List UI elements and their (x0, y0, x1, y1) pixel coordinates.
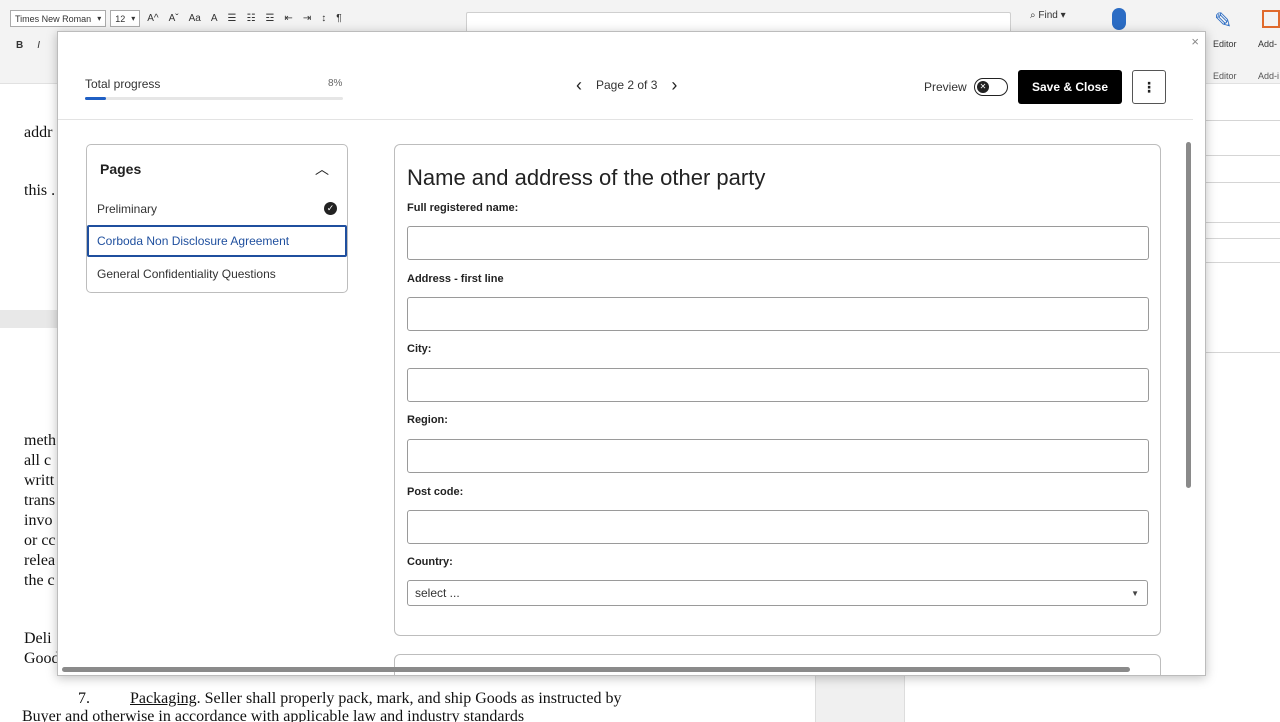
region-label: Region: (407, 414, 448, 426)
dictate-mic-icon[interactable] (1112, 8, 1126, 30)
caret-down-icon: ▼ (1131, 589, 1139, 598)
clause-number: 7. (78, 690, 90, 707)
change-case-button[interactable]: Aa (186, 13, 204, 24)
toggle-off-icon: ✕ (977, 80, 989, 93)
city-input[interactable] (407, 368, 1149, 402)
clear-format-button[interactable]: A (208, 13, 221, 24)
doc-text-fragment: Good (24, 650, 60, 667)
font-name-select[interactable]: Times New Roman ▾ (10, 10, 107, 27)
country-label: Country: (407, 556, 453, 568)
progress-bar (85, 97, 343, 100)
clause-text: . Seller shall properly pack, mark, and … (196, 690, 622, 707)
city-label: City: (407, 343, 432, 355)
addins-label[interactable]: Add- (1258, 39, 1277, 49)
more-options-icon[interactable]: ⋮ (1132, 70, 1166, 104)
numbering-icon[interactable]: ☷ (243, 13, 258, 24)
doc-text-fragment: the c (24, 572, 55, 589)
doc-page-break (0, 310, 60, 328)
section-title: Name and address of the other party (407, 165, 766, 190)
save-close-button[interactable]: Save & Close (1018, 70, 1122, 104)
country-select-value: select ... (415, 586, 460, 600)
address-line1-label: Address - first line (407, 273, 504, 285)
post-code-input[interactable] (407, 510, 1149, 544)
page-item-preliminary[interactable]: Preliminary ✓ (87, 193, 347, 225)
increase-indent-icon[interactable]: ⇥ (300, 13, 314, 24)
page-item-label: General Confidentiality Questions (97, 267, 276, 281)
ribbon-font-row: Times New Roman ▾ 12 ▾ A^ Aˇ Aa A ☰ ☷ ☲ ⇤ … (10, 10, 345, 27)
progress-label: Total progress (85, 77, 161, 91)
shrink-font-button[interactable]: Aˇ (166, 13, 182, 24)
ribbon-format-row: B I (16, 40, 40, 51)
region-input[interactable] (407, 439, 1149, 473)
page-item-label: Preliminary (97, 202, 158, 216)
preview-toggle[interactable]: ✕ (974, 78, 1008, 96)
editor-pen-icon[interactable]: ✎ (1214, 8, 1232, 34)
sort-icon[interactable]: ↕ (318, 13, 329, 24)
chevron-down-icon: ▾ (131, 14, 136, 23)
doc-line: 7. Packaging. Seller shall properly pack,… (22, 690, 722, 708)
italic-button[interactable]: I (37, 40, 40, 51)
page-item-confidentiality[interactable]: General Confidentiality Questions (87, 258, 347, 290)
find-label: Find (1038, 10, 1058, 21)
doc-text-fragment: trans (24, 492, 56, 509)
form-section: Name and address of the other party Full… (394, 144, 1161, 636)
font-size-select[interactable]: 12 ▾ (110, 10, 141, 27)
doc-text-fragment: all c (24, 452, 52, 469)
pilcrow-icon[interactable]: ¶ (333, 13, 344, 24)
country-select[interactable]: select ... ▼ (407, 580, 1148, 606)
document-form-dialog: × Total progress 8% ‹ Page 2 of 3 › Prev… (57, 31, 1206, 676)
grow-font-button[interactable]: A^ (144, 13, 161, 24)
dialog-header: Total progress 8% ‹ Page 2 of 3 › Previe… (58, 56, 1193, 120)
doc-text-fragment: addr (24, 124, 53, 141)
chevron-down-icon: ▾ (97, 14, 102, 23)
editor-group-label: Editor (1213, 71, 1237, 81)
decrease-indent-icon[interactable]: ⇤ (281, 13, 295, 24)
doc-text-fragment: relea (24, 552, 56, 569)
page-item-nda[interactable]: Corboda Non Disclosure Agreement (87, 225, 347, 257)
doc-text-fragment: Deli (24, 630, 52, 647)
check-circle-icon: ✓ (324, 202, 337, 215)
addins-grid-icon[interactable] (1262, 10, 1280, 28)
pages-title: Pages (100, 161, 142, 177)
clause-heading: Packaging (130, 690, 197, 707)
post-code-label: Post code: (407, 486, 464, 498)
font-name-value: Times New Roman (15, 13, 92, 24)
next-form-section (394, 654, 1161, 675)
chevron-left-icon[interactable]: ‹ (576, 76, 582, 94)
page-item-label: Corboda Non Disclosure Agreement (97, 234, 290, 248)
doc-text-fragment: this . (24, 182, 56, 199)
editor-label[interactable]: Editor (1213, 39, 1237, 49)
preview-label: Preview (924, 80, 967, 94)
page-indicator: Page 2 of 3 (596, 78, 658, 92)
addins-group-label: Add-i (1258, 71, 1280, 81)
doc-text-fragment: meth (24, 432, 56, 449)
pages-panel: Pages ︿ Preliminary ✓ Corboda Non Disclo… (86, 144, 348, 293)
progress-percent: 8% (328, 78, 343, 89)
full-name-label: Full registered name: (407, 202, 519, 214)
vertical-scrollbar[interactable] (1186, 142, 1191, 488)
font-size-value: 12 (115, 13, 126, 24)
doc-text-fragment: invo (24, 512, 53, 529)
chevron-up-icon[interactable]: ︿ (315, 159, 329, 179)
bullets-icon[interactable]: ☰ (225, 13, 240, 24)
doc-page-edge (815, 676, 905, 722)
doc-text-fragment: writt (24, 472, 55, 489)
page-navigator: ‹ Page 2 of 3 › (576, 76, 677, 94)
bold-button[interactable]: B (16, 40, 23, 51)
chevron-right-icon[interactable]: › (671, 76, 677, 94)
find-button[interactable]: ⌕ Find ▾ (1030, 10, 1066, 21)
progress-bar-fill (85, 97, 106, 100)
address-line1-input[interactable] (407, 297, 1149, 331)
doc-text-fragment: or cc (24, 532, 56, 549)
full-name-input[interactable] (407, 226, 1149, 260)
multilevel-list-icon[interactable]: ☲ (262, 13, 277, 24)
doc-line: Buyer and otherwise in accordance with a… (22, 708, 525, 722)
doc-bottom-paragraph: 7. Packaging. Seller shall properly pack,… (22, 690, 722, 722)
horizontal-scrollbar[interactable] (62, 667, 1130, 672)
close-icon[interactable]: × (1191, 35, 1199, 49)
